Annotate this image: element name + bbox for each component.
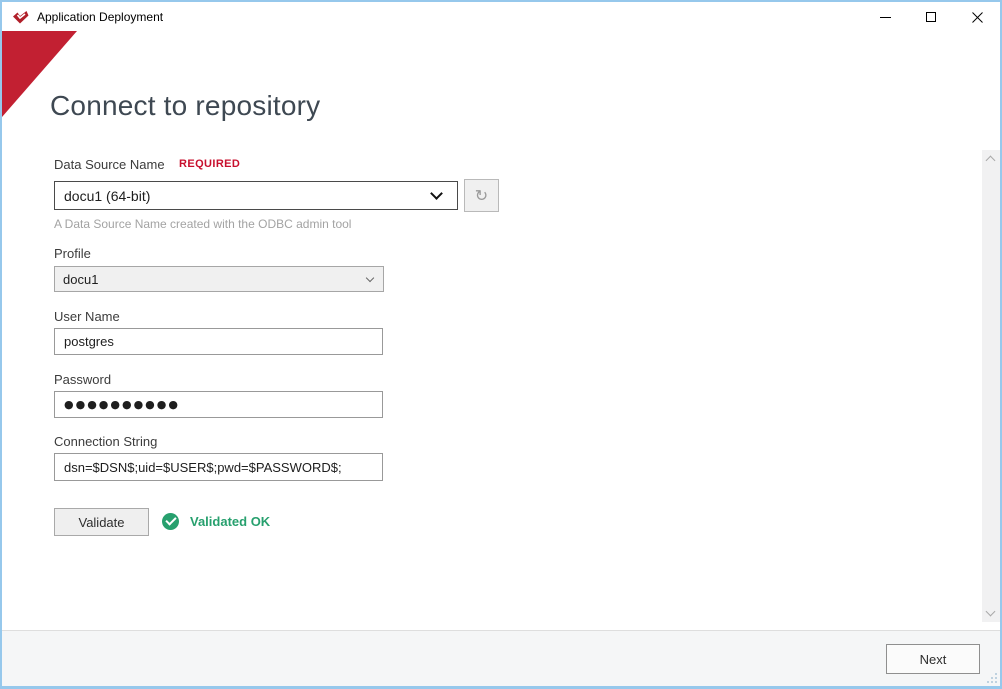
next-button[interactable]: Next (886, 644, 980, 674)
window-controls (862, 2, 1000, 32)
password-input[interactable] (54, 391, 383, 418)
profile-select[interactable]: docu1 (54, 266, 384, 292)
password-label: Password (54, 372, 112, 387)
page-title: Connect to repository (50, 90, 321, 121)
close-icon (971, 11, 983, 23)
footer-bar: Next (2, 630, 1000, 686)
connection-string-label: Connection String (54, 434, 158, 449)
dsn-help-text: A Data Source Name created with the ODBC… (54, 217, 352, 231)
resize-grip[interactable] (985, 671, 997, 683)
dsn-refresh-button[interactable]: ↻ (464, 179, 499, 212)
profile-label: Profile (54, 246, 91, 261)
profile-select-value: docu1 (63, 271, 99, 287)
vertical-scrollbar[interactable] (982, 150, 1000, 622)
username-label: User Name (54, 309, 120, 324)
dsn-label: Data Source Name (54, 157, 165, 172)
chevron-down-icon (365, 273, 375, 282)
application-window: Application Deployment Connect to reposi… (0, 0, 1002, 689)
validation-status-text: Validated OK (190, 514, 271, 529)
dsn-combobox[interactable]: docu1 (64-bit) (54, 181, 458, 210)
app-logo-icon (12, 10, 30, 25)
minimize-button[interactable] (862, 2, 908, 32)
dsn-required-badge: REQUIRED (179, 158, 241, 170)
maximize-icon (926, 12, 936, 22)
connection-string-input[interactable] (54, 453, 383, 481)
scroll-down-icon[interactable] (985, 606, 996, 617)
refresh-icon: ↻ (474, 185, 489, 205)
validation-status: Validated OK (162, 513, 270, 530)
username-input[interactable] (54, 328, 383, 355)
validate-button[interactable]: Validate (54, 508, 149, 536)
minimize-icon (879, 16, 891, 18)
title-bar: Application Deployment (2, 2, 1000, 32)
scroll-up-icon[interactable] (985, 155, 996, 166)
dsn-combobox-value: docu1 (64-bit) (64, 187, 151, 204)
window-title: Application Deployment (37, 10, 164, 24)
maximize-button[interactable] (908, 2, 954, 32)
check-circle-icon (162, 513, 179, 530)
close-button[interactable] (954, 2, 1000, 32)
chevron-down-icon (430, 187, 443, 200)
